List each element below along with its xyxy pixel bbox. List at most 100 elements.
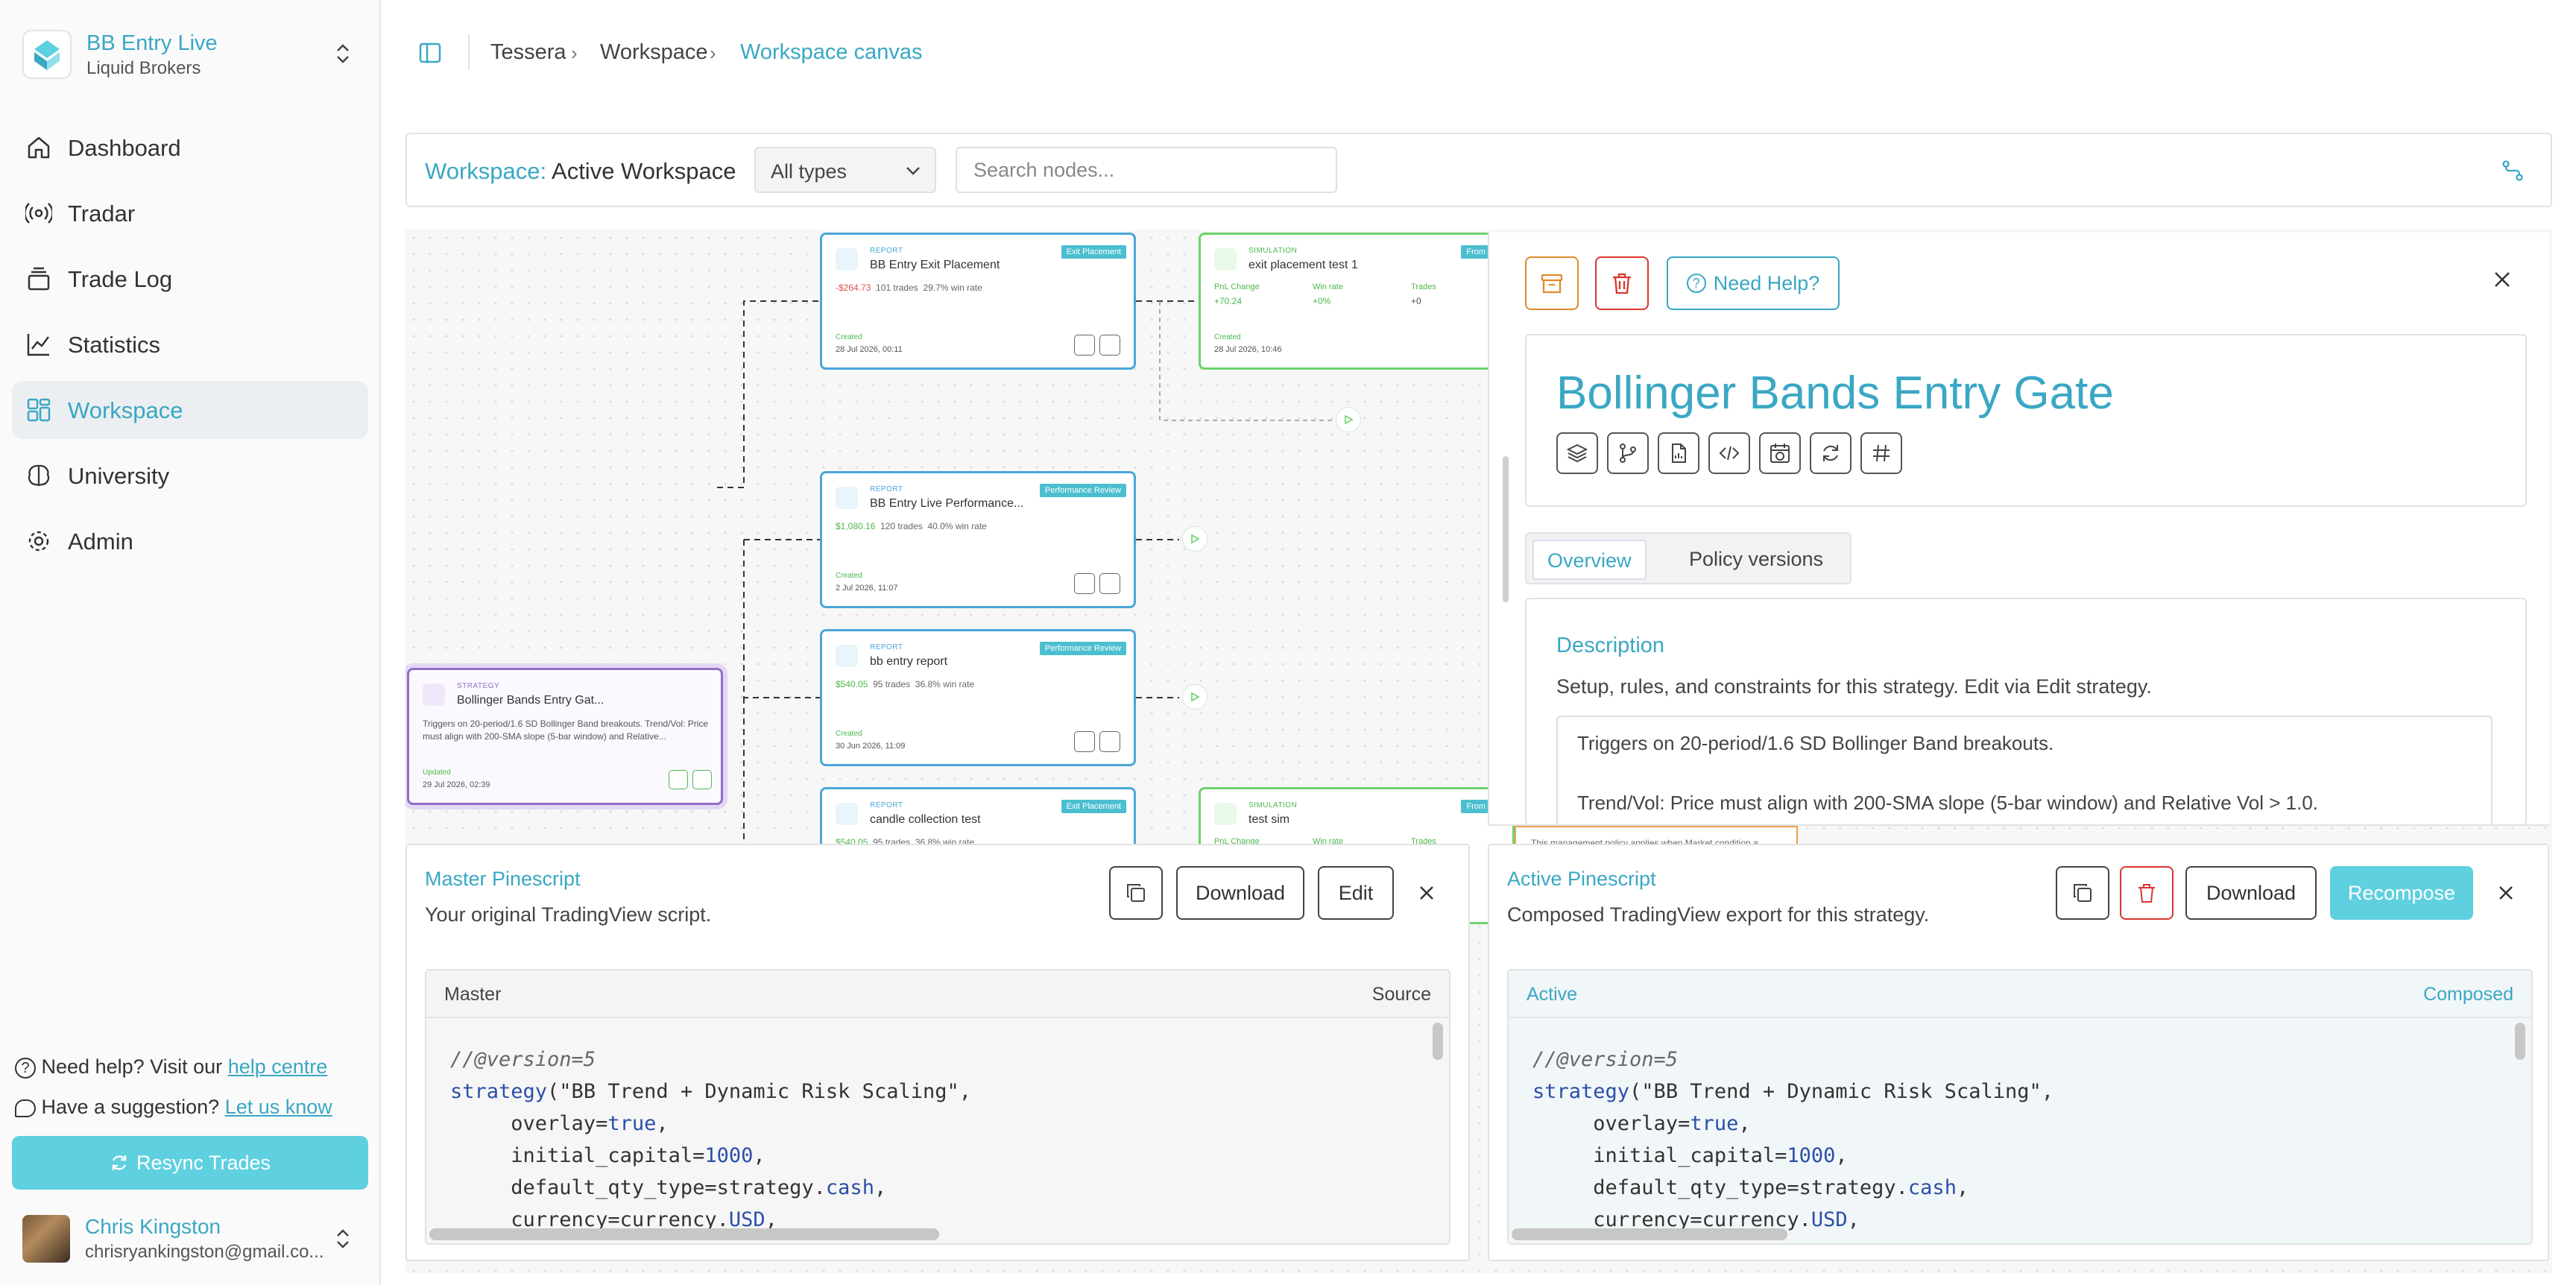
workspace-name: Active Workspace xyxy=(552,158,736,184)
node-trades: 101 trades xyxy=(876,282,918,293)
code-token: cash xyxy=(825,1176,874,1199)
master-title: Master Pinescript xyxy=(425,868,581,890)
panel-scrollbar[interactable] xyxy=(1503,456,1509,602)
help-text: Need help? Visit our xyxy=(41,1055,223,1078)
chevron-up-down-icon xyxy=(337,1229,349,1248)
nav-trade-log[interactable]: Trade Log xyxy=(12,250,368,308)
delete-button[interactable] xyxy=(2120,866,2174,920)
document-icon[interactable] xyxy=(669,770,688,789)
layers-icon xyxy=(1566,443,1588,463)
node-created-label: Created xyxy=(836,333,862,341)
nav-tradar[interactable]: Tradar xyxy=(12,184,368,242)
nav-label: Trade Log xyxy=(68,266,173,292)
help-circle-icon: ? xyxy=(1686,274,1706,293)
code-icon[interactable] xyxy=(692,770,712,789)
hash-tool-button[interactable] xyxy=(1860,432,1902,474)
let-us-know-link[interactable]: Let us know xyxy=(225,1096,332,1118)
edit-button[interactable]: Edit xyxy=(1318,866,1394,920)
type-filter-select[interactable]: All types xyxy=(754,147,936,193)
nav-admin[interactable]: Admin xyxy=(12,512,368,570)
code-horizontal-scrollbar[interactable] xyxy=(429,1228,939,1240)
sidebar: BB Entry Live Liquid Brokers Dashboard T… xyxy=(0,0,381,1285)
trash-icon xyxy=(1613,273,1631,294)
recompose-button[interactable]: Recompose xyxy=(2330,866,2473,920)
workspace-label-key: Workspace: xyxy=(425,158,547,184)
active-title: Active Pinescript xyxy=(1507,868,1656,890)
copy-button[interactable] xyxy=(1109,866,1163,920)
node-winrate: 29.7% win rate xyxy=(923,282,982,293)
sim-win: +0% xyxy=(1313,296,1331,306)
refresh-tool-button[interactable] xyxy=(1810,432,1852,474)
nav-university[interactable]: University xyxy=(12,446,368,505)
close-icon[interactable] xyxy=(1418,884,1436,902)
run-simulation-button[interactable] xyxy=(1182,526,1208,552)
node-kind: STRATEGY xyxy=(457,682,500,690)
bar-chart-icon[interactable] xyxy=(1099,573,1120,594)
archive-button[interactable] xyxy=(1525,256,1579,310)
copy-button[interactable] xyxy=(2056,866,2109,920)
sim-trades: +0 xyxy=(1411,296,1421,306)
report-node-bb-entry[interactable]: REPORT bb entry report Performance Revie… xyxy=(820,629,1136,766)
code-token: , xyxy=(1738,1112,1751,1135)
code-header-tag: Composed xyxy=(2423,984,2513,1005)
calendar-icon[interactable] xyxy=(1074,335,1095,356)
suggestion-line: Have a suggestion? Let us know xyxy=(15,1096,332,1119)
code-header-label: Master xyxy=(444,984,502,1005)
chevron-up-down-icon xyxy=(337,44,349,63)
help-centre-link[interactable]: help centre xyxy=(228,1055,328,1078)
run-simulation-button[interactable] xyxy=(1182,684,1208,710)
nav-workspace[interactable]: Workspace xyxy=(12,381,368,439)
tab-policy-versions[interactable]: Policy versions xyxy=(1676,540,1837,580)
strategy-node-bollinger[interactable]: STRATEGY Bollinger Bands Entry Gat... Tr… xyxy=(407,668,723,805)
node-created: 30 Jun 2026, 11:09 xyxy=(836,742,906,751)
breadcrumb-workspace[interactable]: Workspace xyxy=(600,40,708,65)
simulation-node-exit-placement-test[interactable]: SIMULATION exit placement test 1 From re… xyxy=(1199,233,1515,370)
trash-icon xyxy=(2138,884,2155,903)
nav-dashboard[interactable]: Dashboard xyxy=(12,119,368,177)
active-code-editor[interactable]: Active Composed //@version=5 strategy("B… xyxy=(1507,969,2533,1245)
nav-label: University xyxy=(68,463,170,489)
description-textarea[interactable]: Triggers on 20-period/1.6 SD Bollinger B… xyxy=(1556,716,2493,824)
nav-statistics[interactable]: Statistics xyxy=(12,315,368,373)
report-tool-button[interactable] xyxy=(1658,432,1699,474)
code-vertical-scrollbar[interactable] xyxy=(2515,1023,2525,1060)
schedule-tool-button[interactable] xyxy=(1759,432,1801,474)
code-horizontal-scrollbar[interactable] xyxy=(1512,1228,1787,1240)
user-menu[interactable]: Chris Kingston chrisryankingston@gmail.c… xyxy=(22,1213,365,1266)
layers-tool-button[interactable] xyxy=(1556,432,1598,474)
code-tool-button[interactable] xyxy=(1708,432,1750,474)
download-button[interactable]: Download xyxy=(1176,866,1304,920)
code-token: overlay= xyxy=(450,1112,608,1135)
delete-button[interactable] xyxy=(1595,256,1649,310)
code-vertical-scrollbar[interactable] xyxy=(1433,1023,1443,1060)
document-icon xyxy=(836,248,858,271)
node-pnl: $1,080.16 xyxy=(836,521,876,531)
search-nodes-input[interactable] xyxy=(956,147,1337,193)
auto-layout-icon[interactable] xyxy=(2500,158,2525,183)
account-switcher[interactable]: BB Entry Live Liquid Brokers xyxy=(22,28,358,80)
active-pinescript-panel: Active Pinescript Composed TradingView e… xyxy=(1488,844,2549,1261)
strategy-title: Bollinger Bands Entry Gate xyxy=(1556,367,2114,419)
calendar-icon[interactable] xyxy=(1074,731,1095,752)
close-icon[interactable] xyxy=(2497,884,2515,902)
download-button[interactable]: Download xyxy=(2185,866,2317,920)
bar-chart-icon[interactable] xyxy=(1099,335,1120,356)
type-filter-value: All types xyxy=(771,160,847,183)
master-code-editor[interactable]: Master Source //@version=5 strategy("BB … xyxy=(425,969,1450,1245)
bar-chart-icon[interactable] xyxy=(1099,731,1120,752)
report-node-live-performance[interactable]: REPORT BB Entry Live Performance... Perf… xyxy=(820,471,1136,608)
code-token: overlay= xyxy=(1532,1112,1690,1135)
calendar-icon[interactable] xyxy=(1074,573,1095,594)
close-icon[interactable] xyxy=(2493,270,2512,289)
need-help-button[interactable]: ? Need Help? xyxy=(1667,256,1840,310)
branch-tool-button[interactable] xyxy=(1607,432,1649,474)
node-created-label: Created xyxy=(1214,333,1241,341)
resync-trades-button[interactable]: Resync Trades xyxy=(12,1136,368,1190)
document-icon xyxy=(836,803,858,825)
sidebar-toggle-icon[interactable] xyxy=(419,42,441,64)
master-subtitle: Your original TradingView script. xyxy=(425,903,712,926)
run-simulation-button[interactable] xyxy=(1336,407,1361,432)
report-node-exit-placement[interactable]: REPORT BB Entry Exit Placement Exit Plac… xyxy=(820,233,1136,370)
tab-overview[interactable]: Overview xyxy=(1532,540,1647,580)
breadcrumb-tessera[interactable]: Tessera xyxy=(490,40,566,65)
